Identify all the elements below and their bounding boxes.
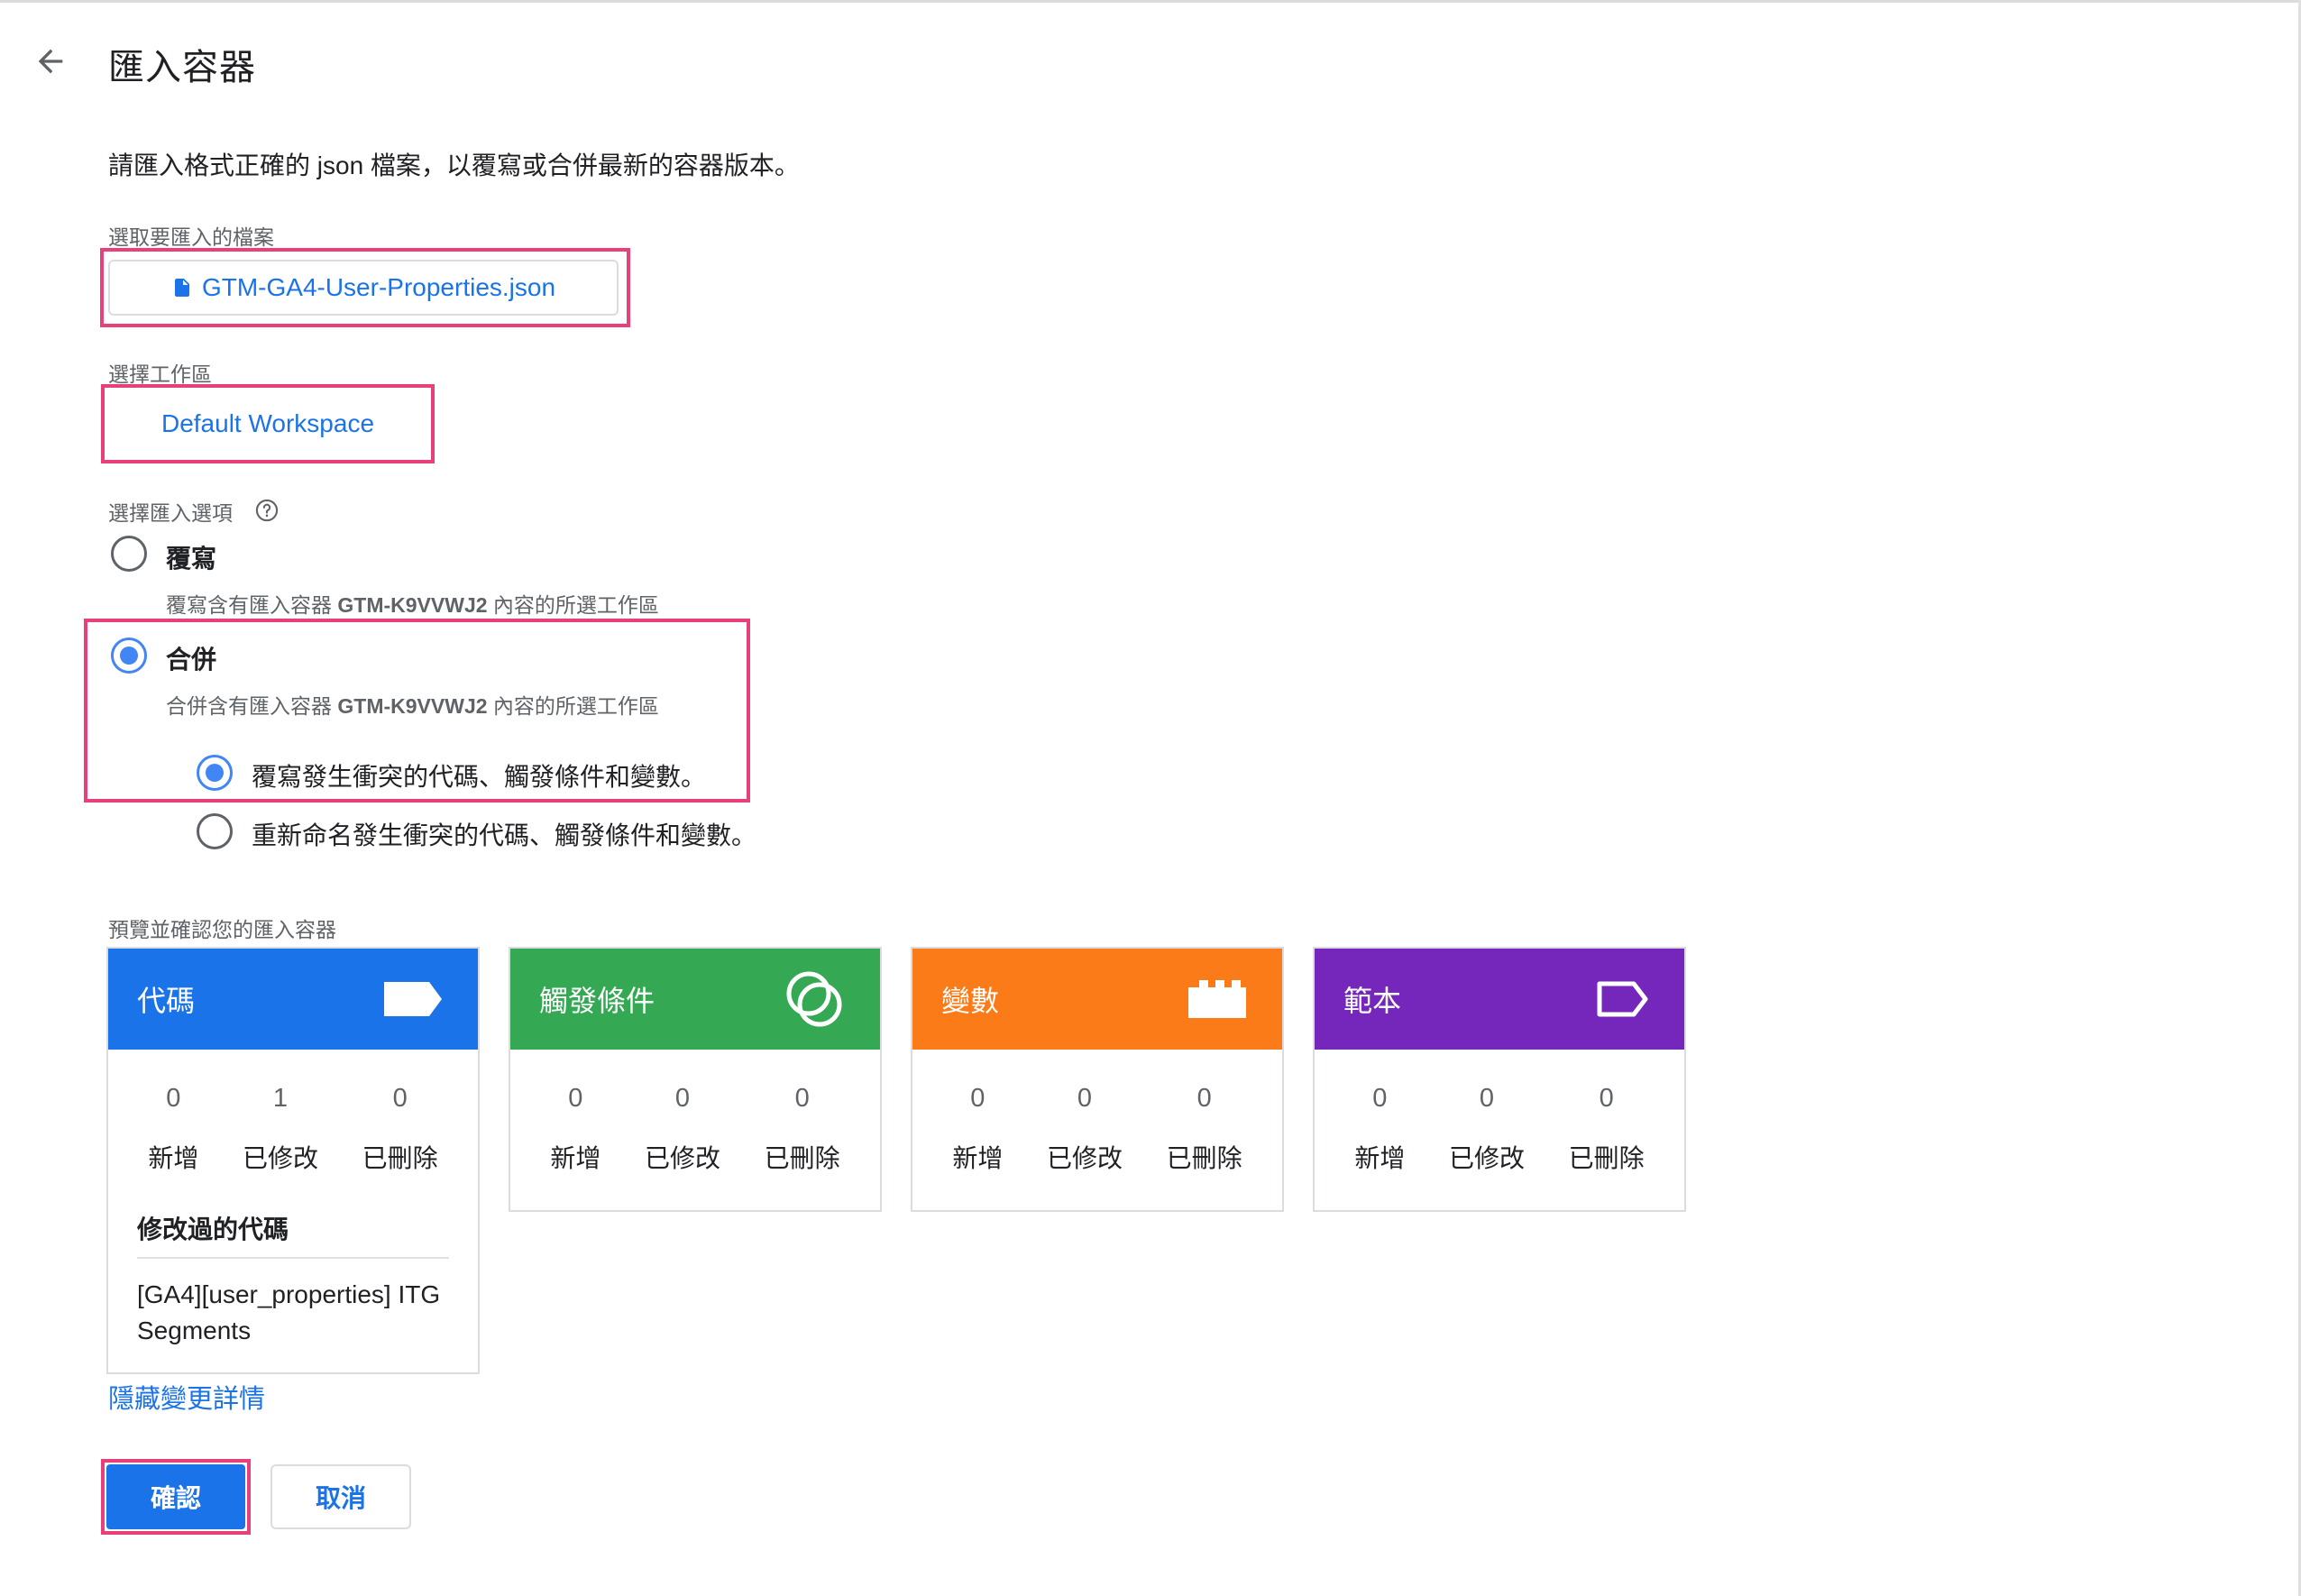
tags-card: 代碼 0 新增 1 已修改 0 已刪除 修改過的代碼 [GA4][user_prope…: [106, 947, 480, 1374]
tags-card-stats: 0 新增 1 已修改 0 已刪除: [108, 1050, 478, 1210]
triggers-deleted-label: 已刪除: [764, 1144, 840, 1172]
workspace-value: Default Workspace: [160, 409, 375, 437]
overwrite-desc-suffix: 內容的所選工作區: [487, 593, 659, 617]
tags-deleted-count: 0: [392, 1084, 408, 1113]
variables-deleted-label: 已刪除: [1166, 1144, 1242, 1172]
triggers-card-title: 觸發條件: [539, 985, 655, 1017]
variables-card-stats: 0 新增 0 已修改 0 已刪除: [912, 1050, 1282, 1210]
templates-card-title: 範本: [1343, 985, 1402, 1017]
trigger-icon: [786, 971, 842, 1027]
merge-radio-dot: [120, 647, 138, 665]
triggers-added-label: 新增: [550, 1144, 601, 1172]
modified-tag-item: [GA4][user_properties] ITG Segments: [137, 1280, 441, 1344]
merge-overwrite-conflicts-radio[interactable]: [197, 755, 233, 791]
back-button[interactable]: [23, 34, 78, 88]
triggers-deleted-stat: 0 已刪除: [765, 1084, 840, 1210]
import-options-label: 選擇匯入選項: [108, 501, 233, 525]
templates-card: 範本 0 新增 0 已修改 0 已刪除: [1313, 947, 1686, 1212]
workspace-label: 選擇工作區: [108, 362, 212, 386]
arrow-back-icon: [38, 49, 63, 74]
variables-modified-stat: 0 已修改: [1047, 1084, 1123, 1210]
triggers-card: 觸發條件 0 新增 0 已修改 0 已刪除: [509, 947, 882, 1212]
tags-deleted-stat: 0 已刪除: [362, 1084, 438, 1210]
templates-card-stats: 0 新增 0 已修改 0 已刪除: [1315, 1050, 1684, 1210]
merge-container-id: GTM-K9VVWJ2: [337, 694, 488, 718]
templates-card-header: 範本: [1315, 949, 1684, 1050]
tags-modified-label: 已修改: [242, 1144, 318, 1172]
merge-label: 合併: [166, 646, 217, 674]
templates-deleted-label: 已刪除: [1568, 1144, 1645, 1172]
triggers-added-count: 0: [568, 1084, 583, 1113]
triggers-modified-stat: 0 已修改: [645, 1084, 720, 1210]
help-icon[interactable]: [254, 498, 280, 523]
variables-card-header: 變數: [912, 949, 1282, 1050]
triggers-added-stat: 0 新增: [550, 1084, 600, 1210]
overwrite-label: 覆寫: [166, 545, 217, 573]
modified-tags-title: 修改過的代碼: [137, 1215, 289, 1243]
overwrite-desc-prefix: 覆寫含有匯入容器: [166, 593, 338, 617]
variables-modified-label: 已修改: [1046, 1144, 1123, 1172]
workspace-select-button[interactable]: Default Workspace: [106, 390, 429, 458]
variables-deleted-count: 0: [1196, 1084, 1212, 1113]
tags-card-header: 代碼: [108, 949, 478, 1050]
variables-card: 變數 0 新增 0 已修改 0 已刪除: [911, 947, 1284, 1212]
file-label: 選取要匯入的檔案: [108, 225, 274, 249]
import-description: 請匯入格式正確的 json 檔案，以覆寫或合併最新的容器版本。: [108, 151, 800, 179]
variables-added-label: 新增: [952, 1144, 1004, 1172]
variables-card-title: 變數: [941, 985, 1000, 1017]
select-file-button[interactable]: GTM-GA4-User-Properties.json: [108, 260, 619, 316]
triggers-deleted-count: 0: [794, 1084, 810, 1113]
overwrite-description: 覆寫含有匯入容器 GTM-K9VVWJ2 內容的所選工作區: [166, 588, 659, 619]
file-icon: [174, 279, 189, 297]
merge-desc-suffix: 內容的所選工作區: [487, 694, 659, 718]
templates-modified-stat: 0 已修改: [1449, 1084, 1525, 1210]
triggers-card-stats: 0 新增 0 已修改 0 已刪除: [510, 1050, 880, 1210]
hide-change-details-link[interactable]: 隱藏變更詳情: [108, 1378, 265, 1416]
tags-modified-count: 1: [272, 1084, 289, 1113]
triggers-modified-count: 0: [674, 1084, 691, 1113]
variables-deleted-stat: 0 已刪除: [1167, 1084, 1242, 1210]
triggers-modified-label: 已修改: [644, 1144, 720, 1172]
variables-added-count: 0: [970, 1084, 985, 1113]
templates-added-count: 0: [1372, 1084, 1388, 1113]
merge-rename-conflicts-radio[interactable]: [197, 813, 233, 849]
tag-icon: [384, 982, 442, 1016]
variables-added-stat: 0 新增: [952, 1084, 1003, 1210]
overwrite-radio[interactable]: [111, 536, 147, 572]
merge-desc-prefix: 合併含有匯入容器: [166, 694, 338, 718]
templates-deleted-stat: 0 已刪除: [1569, 1084, 1645, 1210]
tags-deleted-label: 已刪除: [362, 1144, 438, 1172]
templates-modified-count: 0: [1479, 1084, 1495, 1113]
merge-radio[interactable]: [111, 637, 147, 674]
tags-added-count: 0: [166, 1084, 181, 1113]
import-container-page: 匯入容器 請匯入格式正確的 json 檔案，以覆寫或合併最新的容器版本。 選取要…: [0, 0, 2301, 1596]
merge-overwrite-conflicts-label: 覆寫發生衝突的代碼、觸發條件和變數。: [252, 763, 707, 791]
page-title: 匯入容器: [108, 48, 256, 87]
preview-label: 預覽並確認您的匯入容器: [108, 918, 336, 941]
tags-added-label: 新增: [148, 1144, 199, 1172]
templates-added-label: 新增: [1354, 1144, 1406, 1172]
merge-rename-conflicts-label: 重新命名發生衝突的代碼、觸發條件和變數。: [252, 821, 757, 849]
merge-overwrite-conflicts-dot: [206, 764, 224, 782]
tags-card-title: 代碼: [137, 985, 196, 1017]
top-border: [0, 0, 2301, 3]
variables-modified-count: 0: [1077, 1084, 1093, 1113]
file-name: GTM-GA4-User-Properties.json: [201, 273, 556, 301]
triggers-card-header: 觸發條件: [510, 949, 880, 1050]
confirm-button[interactable]: 確認: [106, 1464, 245, 1529]
cancel-button[interactable]: 取消: [270, 1464, 411, 1529]
templates-deleted-count: 0: [1599, 1084, 1614, 1113]
templates-added-stat: 0 新增: [1354, 1084, 1405, 1210]
merge-description: 合併含有匯入容器 GTM-K9VVWJ2 內容的所選工作區: [166, 689, 659, 720]
tags-modified-stat: 1 已修改: [243, 1084, 318, 1210]
template-icon: [1597, 981, 1648, 1017]
overwrite-container-id: GTM-K9VVWJ2: [337, 593, 488, 617]
variable-icon: [1188, 980, 1246, 1018]
templates-modified-label: 已修改: [1448, 1144, 1525, 1172]
tags-added-stat: 0 新增: [148, 1084, 198, 1210]
